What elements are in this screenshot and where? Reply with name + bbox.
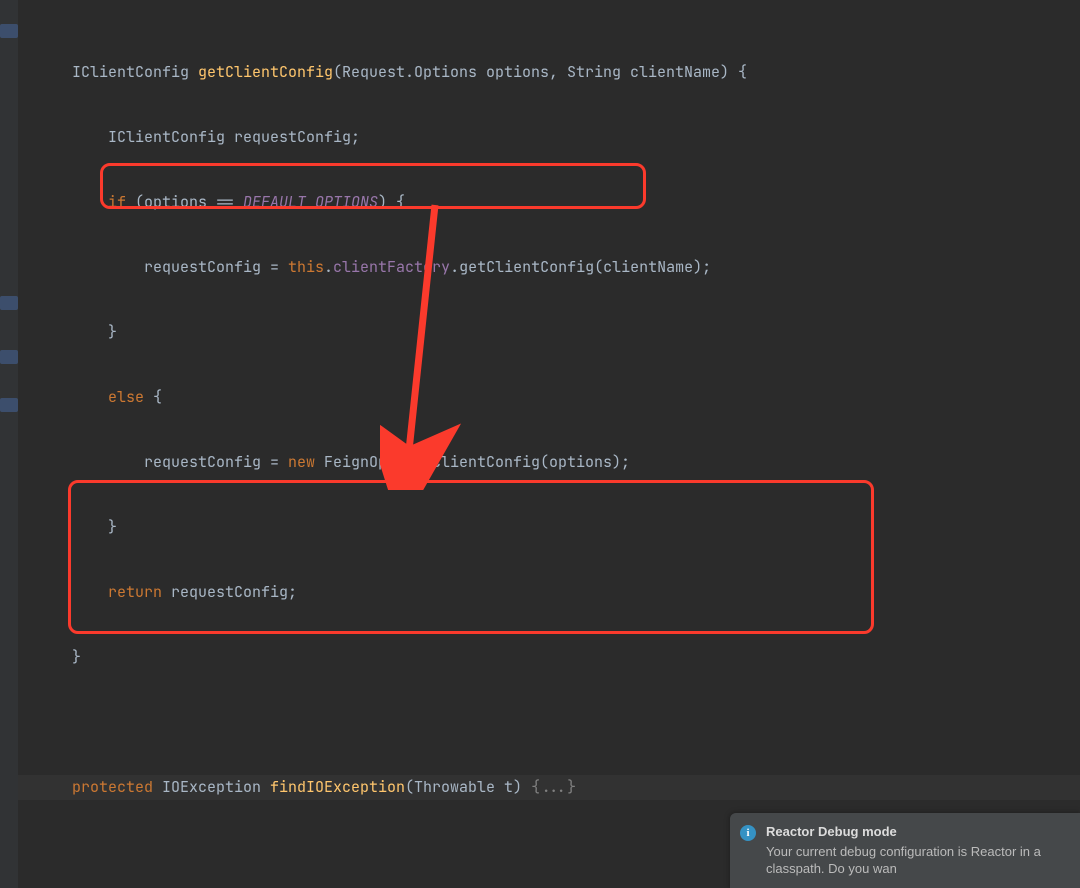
toast-body: Your current debug configuration is Reac… [766, 843, 1066, 878]
gutter [0, 0, 18, 888]
toast-title: Reactor Debug mode [766, 823, 1066, 841]
code-editor[interactable]: IClientConfig getClientConfig(Request.Op… [0, 0, 1080, 888]
notification-toast[interactable]: i Reactor Debug mode Your current debug … [730, 813, 1080, 888]
info-icon: i [740, 825, 756, 841]
code-area[interactable]: IClientConfig getClientConfig(Request.Op… [18, 0, 1080, 888]
